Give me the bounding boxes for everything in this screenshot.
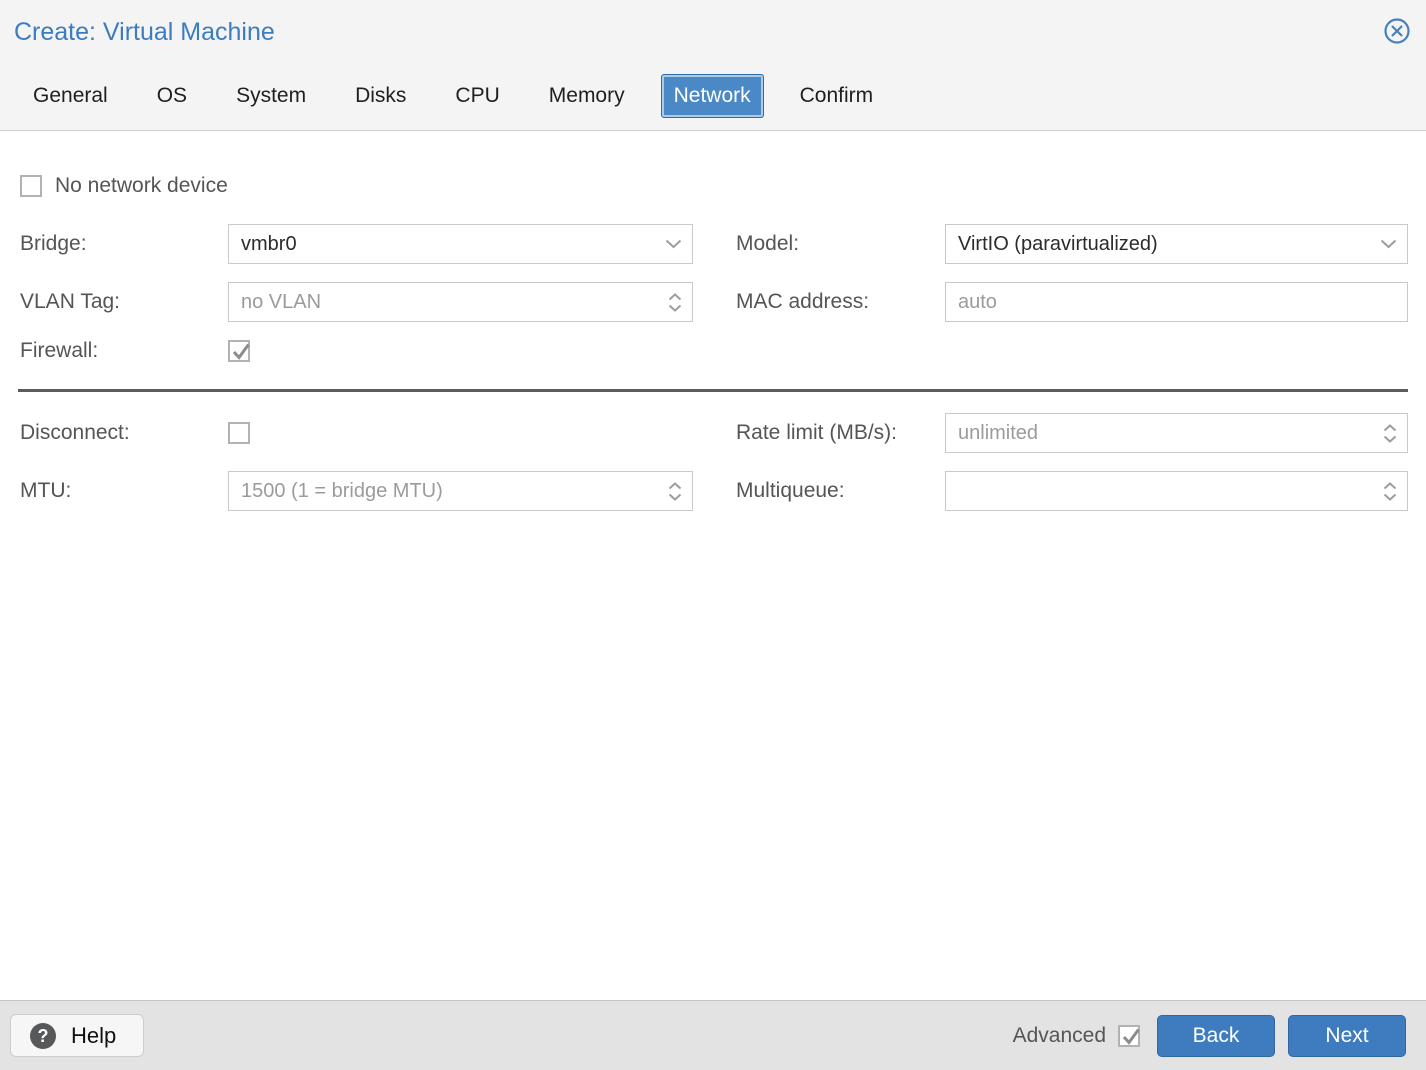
- spinner-up-icon[interactable]: [1383, 424, 1397, 432]
- spinner-down-icon[interactable]: [1383, 435, 1397, 443]
- mtu-multiqueue-row: MTU: Multiqueue:: [20, 471, 1408, 511]
- spinner-down-icon[interactable]: [668, 304, 682, 312]
- vlan-tag-spinner[interactable]: [228, 282, 693, 322]
- tab-confirm[interactable]: Confirm: [800, 84, 874, 108]
- tab-bar: General OS System Disks CPU Memory Netwo…: [33, 84, 1426, 108]
- dialog-footer: ? Help Advanced Back Next: [0, 1000, 1426, 1070]
- spinner-up-icon[interactable]: [668, 293, 682, 301]
- advanced-checkbox[interactable]: [1118, 1025, 1140, 1047]
- dialog-header: Create: Virtual Machine General OS Syste…: [0, 0, 1426, 131]
- tab-os[interactable]: OS: [157, 84, 187, 108]
- chevron-down-icon[interactable]: [1374, 239, 1397, 249]
- bridge-model-row: Bridge: Model:: [20, 224, 1408, 264]
- bridge-combo[interactable]: [228, 224, 693, 264]
- rate-limit-input[interactable]: [958, 422, 1377, 445]
- vlan-mac-row: VLAN Tag: MAC address:: [20, 282, 1408, 322]
- mtu-label: MTU:: [20, 479, 228, 503]
- no-network-device-label: No network device: [55, 174, 228, 198]
- model-input[interactable]: [958, 233, 1374, 256]
- no-network-device-checkbox[interactable]: [20, 175, 42, 197]
- firewall-row: Firewall:: [20, 340, 1408, 362]
- tab-memory[interactable]: Memory: [549, 84, 625, 108]
- close-icon[interactable]: [1383, 17, 1411, 45]
- mac-address-field[interactable]: [945, 282, 1408, 322]
- tab-general[interactable]: General: [33, 84, 108, 108]
- chevron-down-icon[interactable]: [659, 239, 682, 249]
- rate-limit-label: Rate limit (MB/s):: [693, 421, 945, 445]
- bridge-input[interactable]: [241, 233, 659, 256]
- next-button[interactable]: Next: [1288, 1015, 1406, 1057]
- model-label: Model:: [693, 232, 945, 256]
- multiqueue-input[interactable]: [958, 480, 1377, 503]
- firewall-checkbox[interactable]: [228, 340, 250, 362]
- tab-cpu[interactable]: CPU: [455, 84, 499, 108]
- mtu-spinner[interactable]: [228, 471, 693, 511]
- bridge-label: Bridge:: [20, 232, 228, 256]
- advanced-label: Advanced: [1013, 1024, 1106, 1048]
- vlan-tag-input[interactable]: [241, 291, 662, 314]
- back-button[interactable]: Back: [1157, 1015, 1275, 1057]
- spinner-up-icon[interactable]: [668, 482, 682, 490]
- network-tab-panel: No network device Bridge: Model: VLAN Ta…: [0, 131, 1426, 1000]
- no-network-device-row: No network device: [20, 175, 1408, 197]
- tab-network[interactable]: Network: [661, 74, 764, 118]
- question-icon: ?: [30, 1023, 56, 1049]
- create-vm-dialog: Create: Virtual Machine General OS Syste…: [0, 0, 1426, 1070]
- vlan-tag-label: VLAN Tag:: [20, 290, 228, 314]
- mac-address-input[interactable]: [958, 291, 1397, 314]
- check-icon: [230, 341, 252, 363]
- rate-limit-spinner[interactable]: [945, 413, 1408, 453]
- multiqueue-label: Multiqueue:: [693, 479, 945, 503]
- model-combo[interactable]: [945, 224, 1408, 264]
- disconnect-checkbox[interactable]: [228, 422, 250, 444]
- firewall-label: Firewall:: [20, 339, 228, 363]
- spinner-down-icon[interactable]: [668, 493, 682, 501]
- advanced-section-divider: [18, 389, 1408, 392]
- spinner-down-icon[interactable]: [1383, 493, 1397, 501]
- check-icon: [1120, 1026, 1142, 1048]
- help-button[interactable]: ? Help: [10, 1014, 144, 1057]
- multiqueue-spinner[interactable]: [945, 471, 1408, 511]
- tab-disks[interactable]: Disks: [355, 84, 406, 108]
- mac-address-label: MAC address:: [693, 290, 945, 314]
- tab-system[interactable]: System: [236, 84, 306, 108]
- dialog-title: Create: Virtual Machine: [14, 18, 1426, 46]
- mtu-input[interactable]: [241, 480, 662, 503]
- help-button-label: Help: [71, 1023, 116, 1049]
- spinner-up-icon[interactable]: [1383, 482, 1397, 490]
- disconnect-label: Disconnect:: [20, 421, 228, 445]
- disconnect-ratelimit-row: Disconnect: Rate limit (MB/s):: [20, 413, 1408, 453]
